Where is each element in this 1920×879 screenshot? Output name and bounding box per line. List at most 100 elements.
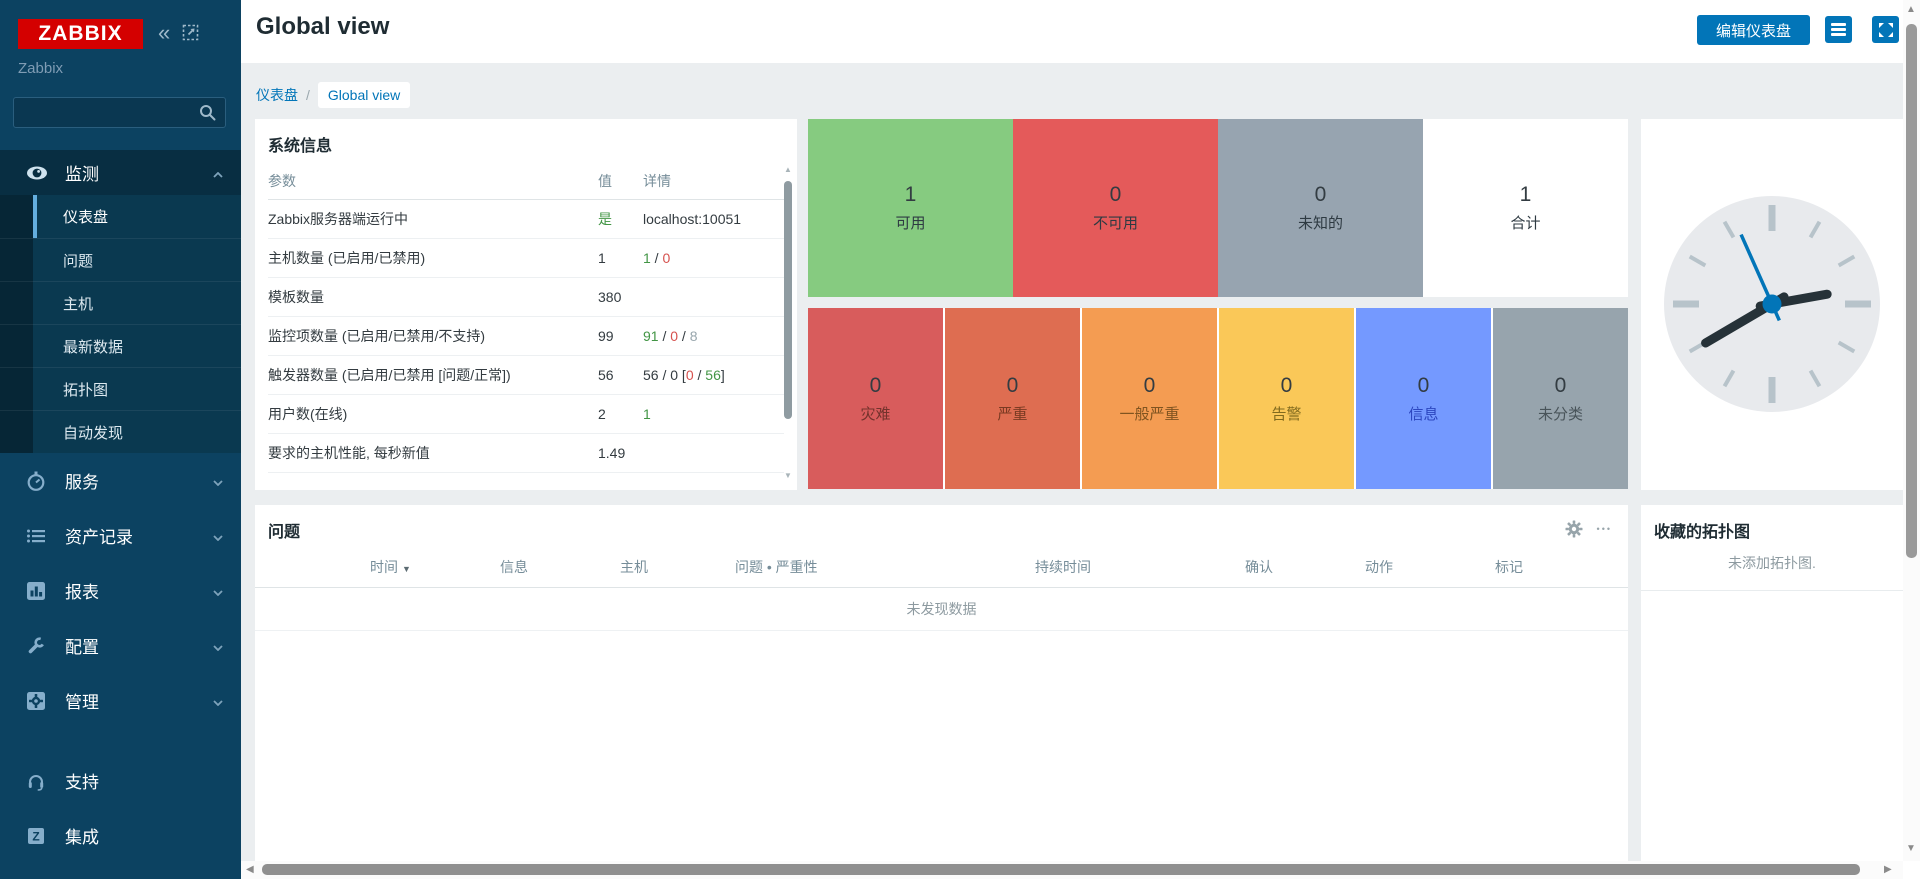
column-header-host[interactable]: 主机 [620, 547, 735, 588]
sidebar: ZABBIX « Zabbix 监测 仪表盘 [0, 0, 241, 879]
table-row: 用户数(在线) 2 1 [268, 395, 784, 434]
column-header-info[interactable]: 信息 [500, 547, 620, 588]
column-header-actions[interactable]: 动作 [1365, 547, 1495, 588]
chevron-up-icon [213, 163, 223, 183]
widget-gear-icon[interactable] [1565, 520, 1583, 538]
sidebar-item-monitoring[interactable]: 监测 [0, 150, 241, 195]
search-input[interactable] [22, 100, 192, 125]
headset-icon [26, 771, 50, 791]
widget-more-icon[interactable]: ••• [1597, 524, 1612, 534]
divider [1641, 590, 1903, 591]
widget-title: 问题 [268, 518, 300, 542]
fullscreen-icon [1878, 22, 1894, 38]
table-row: 触发器数量 (已启用/已禁用 [问题/正常]) 56 56 / 0 [0 / 5… [268, 356, 784, 395]
wrench-icon [26, 636, 50, 656]
table-row: 要求的主机性能, 每秒新值 1.49 [268, 434, 784, 473]
scroll-left-icon[interactable]: ◀ [246, 864, 254, 875]
hamburger-icon [1831, 21, 1846, 39]
table-row: 监控项数量 (已启用/已禁用/不支持) 99 91 / 0 / 8 [268, 317, 784, 356]
severity-cell-not-classified: 0 未分类 [1493, 308, 1628, 489]
table-row: Zabbix服务器端运行中 是 localhost:10051 [268, 200, 784, 239]
chevron-down-icon [213, 691, 223, 711]
hide-sidebar-icon[interactable] [182, 24, 200, 42]
sidebar-subitem-discovery[interactable]: 自动发现 [0, 410, 241, 453]
breadcrumb-dashboards-link[interactable]: 仪表盘 [256, 85, 298, 105]
sidebar-item-configuration[interactable]: 配置 [0, 618, 241, 673]
edit-dashboard-button[interactable]: 编辑仪表盘 [1697, 15, 1810, 45]
sidebar-footer: 支持 Z 集成 ? 帮助 [0, 753, 241, 879]
bar-chart-icon [26, 581, 50, 601]
no-data-text: 未发现数据 [255, 588, 1628, 631]
availability-cell-total: 1 合计 [1423, 119, 1628, 297]
sidebar-item-services[interactable]: 服务 [0, 453, 241, 508]
sidebar-subitem-hosts[interactable]: 主机 [0, 281, 241, 324]
column-header-ack[interactable]: 确认 [1245, 547, 1365, 588]
sidebar-item-integrations[interactable]: Z 集成 [0, 808, 241, 863]
list-icon [26, 526, 50, 546]
search-icon[interactable] [199, 104, 217, 122]
host-availability-widget: 1 可用 0 不可用 0 未知的 1 合计 [808, 119, 1628, 297]
zabbix-logo[interactable]: ZABBIX [18, 19, 143, 49]
fullscreen-button[interactable] [1872, 16, 1899, 43]
sidebar-item-support[interactable]: 支持 [0, 753, 241, 808]
eye-icon [26, 165, 50, 181]
sidebar-item-reports[interactable]: 报表 [0, 563, 241, 618]
availability-cell-unknown: 0 未知的 [1218, 119, 1423, 297]
sidebar-subitem-latest-data[interactable]: 最新数据 [0, 324, 241, 367]
scrollbar-thumb[interactable] [784, 181, 792, 419]
scroll-up-icon[interactable]: ▲ [782, 165, 794, 174]
page-title: Global view [256, 13, 389, 41]
scrollbar-thumb[interactable] [1906, 24, 1917, 558]
table-row: 模板数量 380 [268, 278, 784, 317]
vertical-scrollbar[interactable]: ▲ ▼ [1903, 0, 1920, 861]
problems-widget: 问题 ••• [255, 505, 1628, 861]
svg-text:Z: Z [32, 829, 39, 843]
system-info-widget: 系统信息 参数 值 详情 Zabbix服务器端运行中 是 localhost:1… [255, 119, 797, 490]
analog-clock [1662, 194, 1882, 414]
sidebar-item-administration[interactable]: 管理 [0, 673, 241, 728]
severity-cell-average: 0 一般严重 [1082, 308, 1217, 489]
severity-cell-disaster: 0 灾难 [808, 308, 943, 489]
sidebar-subitem-maps[interactable]: 拓扑图 [0, 367, 241, 410]
sidebar-search [13, 97, 226, 128]
sidebar-item-label: 监测 [65, 160, 99, 185]
widget-scrollbar[interactable]: ▲ ▼ [782, 165, 794, 480]
breadcrumb-current-link[interactable]: Global view [328, 87, 400, 103]
dashboard-menu-button[interactable] [1825, 16, 1852, 43]
chevron-down-icon [213, 636, 223, 656]
clock-widget [1641, 119, 1903, 490]
scroll-right-icon[interactable]: ▶ [1884, 864, 1892, 875]
empty-row: 未发现数据 [255, 588, 1628, 631]
column-header-time[interactable]: 时间▼ [255, 547, 500, 588]
availability-cell-unavailable: 0 不可用 [1013, 119, 1218, 297]
column-header-severity[interactable]: 问题 • 严重性 [735, 547, 1035, 588]
monitoring-submenu: 仪表盘 问题 主机 最新数据 拓扑图 自动发现 [0, 195, 241, 453]
column-header-duration[interactable]: 持续时间 [1035, 547, 1245, 588]
column-header-tags[interactable]: 标记 [1495, 547, 1628, 588]
severity-cell-warning: 0 告警 [1219, 308, 1354, 489]
z-square-icon: Z [26, 826, 50, 846]
sidebar-item-inventory[interactable]: 资产记录 [0, 508, 241, 563]
scroll-up-icon[interactable]: ▲ [1906, 4, 1916, 15]
main-content: Global view 编辑仪表盘 仪表盘 / Global view 系统信息… [241, 0, 1903, 879]
page-header: Global view 编辑仪表盘 [241, 0, 1903, 63]
system-info-table: 参数 值 详情 Zabbix服务器端运行中 是 localhost:10051 … [268, 163, 784, 473]
collapse-sidebar-icon[interactable]: « [158, 20, 170, 46]
table-row: 主机数量 (已启用/已禁用) 1 1 / 0 [268, 239, 784, 278]
availability-cell-available: 1 可用 [808, 119, 1013, 297]
scroll-down-icon[interactable]: ▼ [1906, 843, 1916, 854]
breadcrumb: 仪表盘 / Global view [256, 82, 410, 108]
favourite-maps-widget: 收藏的拓扑图 未添加拓扑图. [1641, 505, 1903, 861]
horizontal-scrollbar[interactable]: ◀ ▶ [241, 861, 1903, 879]
sidebar-subitem-problems[interactable]: 问题 [0, 238, 241, 281]
sidebar-item-help[interactable]: ? 帮助 [0, 863, 241, 879]
sidebar-subitem-dashboard[interactable]: 仪表盘 [0, 195, 241, 238]
chevron-down-icon [213, 471, 223, 491]
problems-table: 时间▼ 信息 主机 问题 • 严重性 持续时间 确认 动作 标记 未发现数据 [255, 547, 1628, 631]
scrollbar-thumb[interactable] [262, 864, 1860, 875]
gear-square-icon [26, 691, 50, 711]
scroll-down-icon[interactable]: ▼ [782, 471, 794, 480]
severity-cell-high: 0 严重 [945, 308, 1080, 489]
chevron-down-icon [213, 581, 223, 601]
chevron-down-icon [213, 526, 223, 546]
